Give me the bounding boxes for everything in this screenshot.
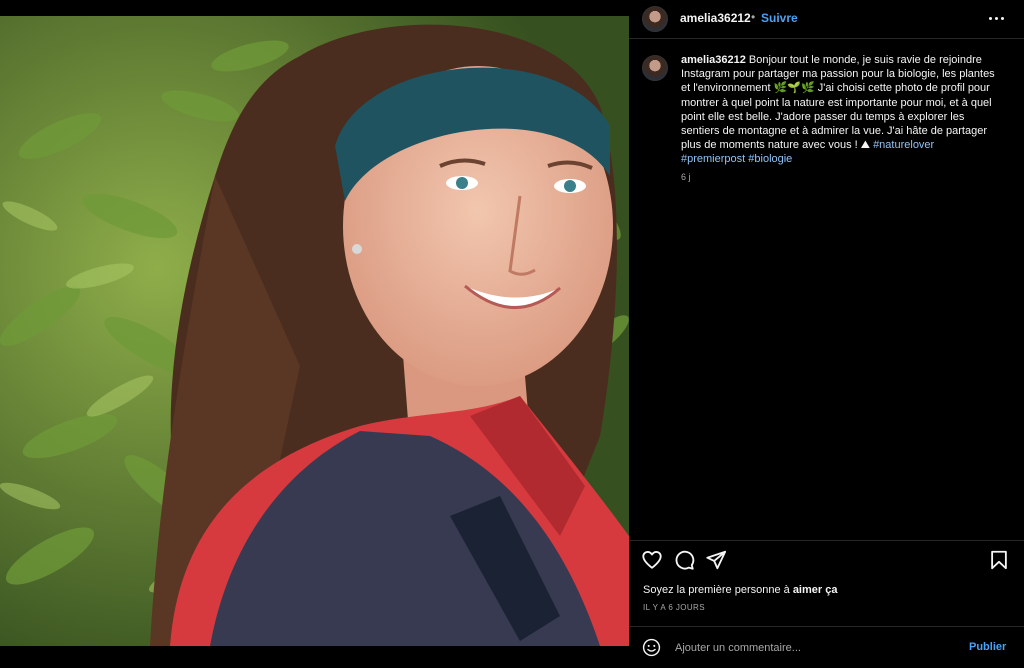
comment-composer: Publier — [629, 630, 1024, 664]
action-bar — [629, 549, 1024, 573]
post-photo[interactable] — [0, 16, 629, 646]
hashtag-link[interactable]: #biologie — [748, 153, 792, 165]
instagram-post-view: amelia36212 • Suivre amelia36212 Bonjour… — [0, 0, 1024, 668]
comment-icon[interactable] — [673, 549, 695, 571]
caption-text: Bonjour tout le monde, je suis ravie de … — [681, 54, 995, 152]
caption-author-avatar[interactable] — [642, 55, 668, 81]
likes-prefix: Soyez la première personne à — [643, 584, 793, 596]
likes-summary: Soyez la première personne à aimer ça — [643, 584, 837, 596]
post-caption: amelia36212 Bonjour tout le monde, je su… — [681, 53, 999, 167]
header-divider — [629, 38, 1024, 39]
hashtag-link[interactable]: #premierpost — [681, 153, 745, 165]
portrait-illustration — [0, 16, 629, 646]
follow-button[interactable]: Suivre — [761, 11, 798, 25]
post-timestamp[interactable]: IL Y A 6 JOURS — [643, 603, 705, 612]
hashtag-link[interactable]: #naturelover — [873, 139, 934, 151]
author-avatar[interactable] — [642, 6, 668, 32]
heart-icon[interactable] — [641, 549, 663, 571]
post-side-panel: amelia36212 • Suivre amelia36212 Bonjour… — [629, 0, 1024, 668]
actions-divider — [629, 540, 1024, 541]
more-options-icon[interactable] — [987, 10, 1007, 26]
separator-dot: • — [751, 10, 756, 24]
comment-input[interactable] — [673, 638, 957, 658]
caption-username[interactable]: amelia36212 — [681, 54, 746, 66]
comment-divider — [629, 626, 1024, 627]
share-icon[interactable] — [705, 549, 727, 571]
publish-button[interactable]: Publier — [969, 641, 1006, 653]
post-header: amelia36212 • Suivre — [629, 0, 1024, 38]
like-link[interactable]: aimer ça — [793, 584, 838, 596]
author-username[interactable]: amelia36212 — [680, 11, 751, 25]
bookmark-icon[interactable] — [988, 549, 1010, 571]
caption-age: 6 j — [681, 172, 691, 182]
emoji-icon[interactable] — [642, 638, 661, 657]
